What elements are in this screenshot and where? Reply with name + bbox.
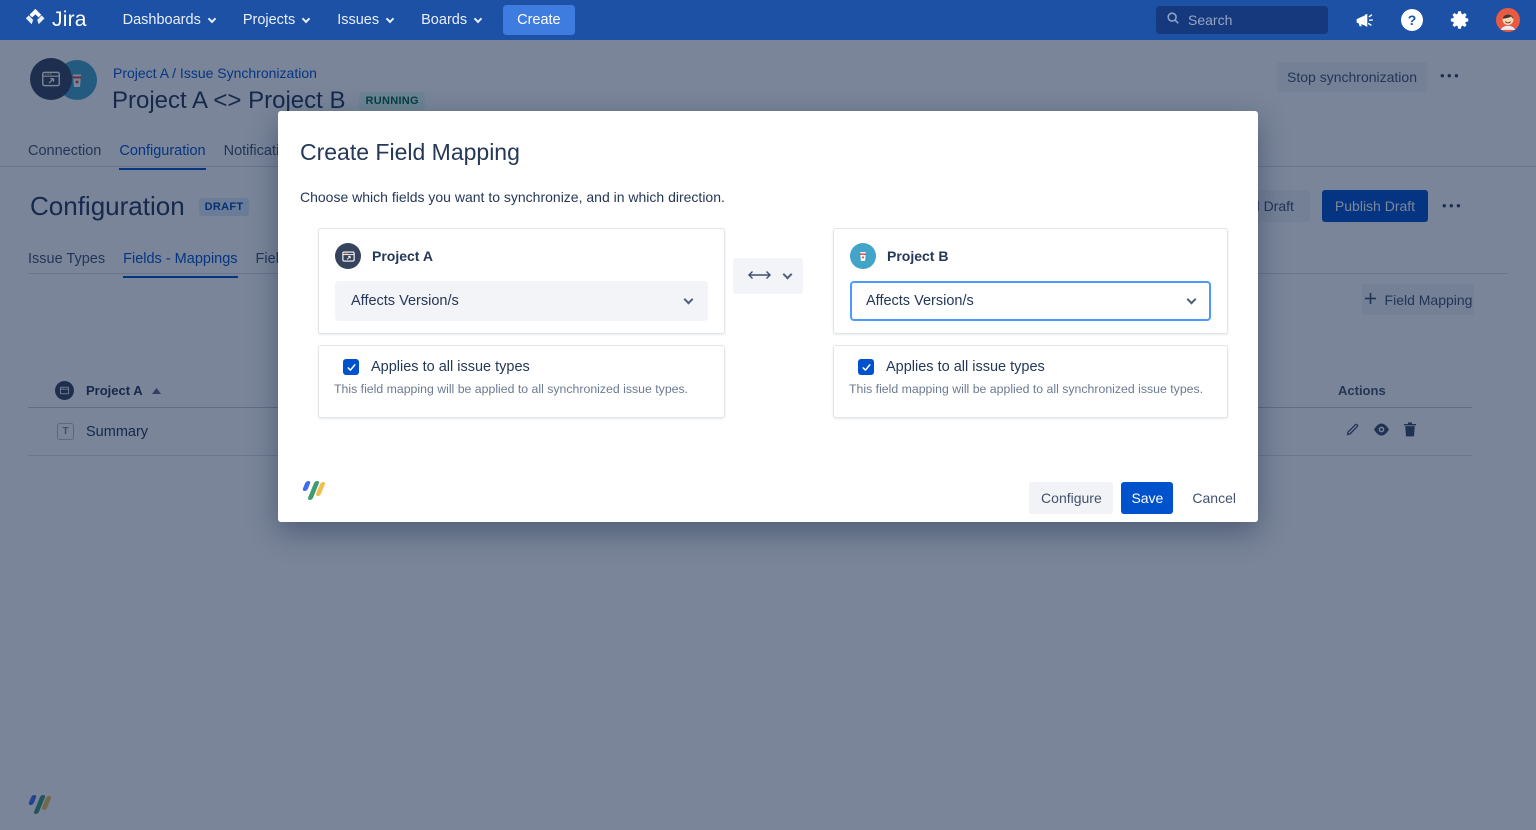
nav-boards[interactable]: Boards xyxy=(421,12,481,28)
sync-direction-select[interactable] xyxy=(733,258,803,294)
getint-logo xyxy=(302,481,326,501)
chevron-down-icon xyxy=(782,269,792,279)
create-button[interactable]: Create xyxy=(503,5,575,35)
checkbox-row: Applies to all issue types xyxy=(333,359,710,375)
nav-dashboards[interactable]: Dashboards xyxy=(123,12,215,28)
save-button[interactable]: Save xyxy=(1121,482,1173,514)
card-header: Project B xyxy=(850,243,1211,269)
cancel-button[interactable]: Cancel xyxy=(1192,490,1236,506)
search-input[interactable] xyxy=(1188,12,1308,28)
chevron-down-icon xyxy=(208,14,216,22)
chevron-down-icon xyxy=(1187,294,1197,304)
nav-projects[interactable]: Projects xyxy=(243,12,309,28)
field-select-project-a[interactable]: Affects Version/s xyxy=(335,281,708,321)
help-icon[interactable]: ? xyxy=(1400,8,1424,32)
applies-all-card-right: Applies to all issue types This field ma… xyxy=(833,345,1228,418)
settings-gear-icon[interactable] xyxy=(1448,8,1472,32)
applies-all-card-left: Applies to all issue types This field ma… xyxy=(318,345,725,418)
applies-all-checkbox-right[interactable] xyxy=(858,359,874,375)
chevron-down-icon xyxy=(474,14,482,22)
checkbox-row: Applies to all issue types xyxy=(848,359,1213,375)
announcements-icon[interactable] xyxy=(1352,8,1376,32)
nav-issues[interactable]: Issues xyxy=(337,12,393,28)
chevron-down-icon xyxy=(386,14,394,22)
nav-menus: Dashboards Projects Issues Boards xyxy=(123,12,481,28)
applies-all-checkbox-left[interactable] xyxy=(343,359,359,375)
navbar-right: ? xyxy=(1156,6,1520,34)
checkbox-label[interactable]: Applies to all issue types xyxy=(371,359,530,375)
modal-buttons: Configure Save Cancel xyxy=(1029,482,1236,514)
create-field-mapping-modal: Create Field Mapping Choose which fields… xyxy=(278,111,1258,522)
checkbox-note: This field mapping will be applied to al… xyxy=(333,382,710,396)
search-box[interactable] xyxy=(1156,6,1328,34)
jira-logo[interactable]: Jira xyxy=(24,7,87,34)
brand-name: Jira xyxy=(52,8,87,32)
user-avatar[interactable] xyxy=(1496,8,1520,32)
modal-subtitle: Choose which fields you want to synchron… xyxy=(300,189,725,205)
jira-logo-icon xyxy=(24,7,46,34)
modal-title: Create Field Mapping xyxy=(300,139,520,166)
checkbox-label[interactable]: Applies to all issue types xyxy=(886,359,1045,375)
checkbox-note: This field mapping will be applied to al… xyxy=(848,382,1213,396)
bidirectional-arrow-icon xyxy=(746,267,773,285)
search-icon xyxy=(1166,11,1180,30)
top-navbar: Jira Dashboards Projects Issues Boards C… xyxy=(0,0,1536,40)
project-name: Project B xyxy=(887,248,948,264)
field-select-project-b[interactable]: Affects Version/s xyxy=(850,281,1211,321)
project-a-field-card: Project A Affects Version/s xyxy=(318,228,725,334)
chevron-down-icon xyxy=(684,294,694,304)
configure-button[interactable]: Configure xyxy=(1029,482,1113,514)
project-a-icon xyxy=(335,243,361,269)
project-b-icon xyxy=(850,243,876,269)
chevron-down-icon xyxy=(302,14,310,22)
jira-app: Jira Dashboards Projects Issues Boards C… xyxy=(0,0,1536,830)
project-name: Project A xyxy=(372,248,433,264)
card-header: Project A xyxy=(335,243,708,269)
project-b-field-card: Project B Affects Version/s xyxy=(833,228,1228,334)
